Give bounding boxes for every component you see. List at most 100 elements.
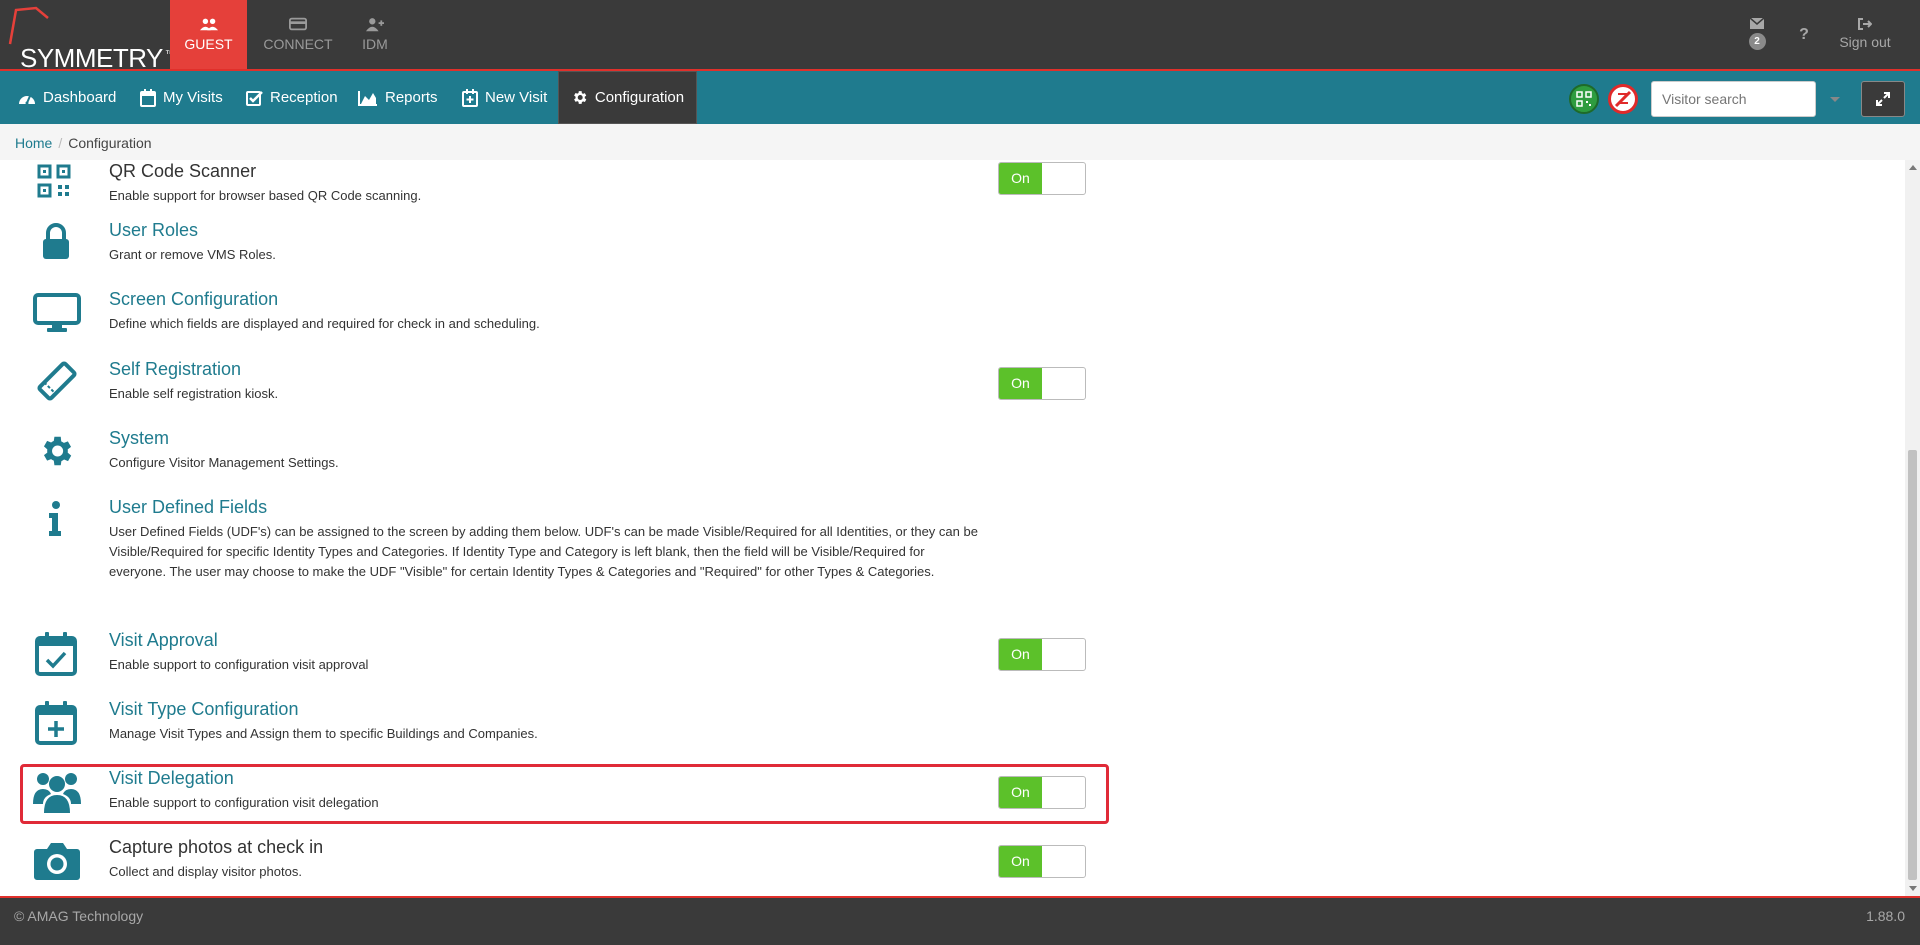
nav-label: New Visit	[485, 89, 548, 106]
config-item-title[interactable]: Screen Configuration	[109, 289, 278, 310]
qr-code-icon	[1576, 91, 1592, 107]
self-registration-toggle[interactable]: On	[998, 367, 1086, 400]
config-item-screen-configuration: Screen Configuration Define which fields…	[0, 289, 1120, 351]
config-item-title[interactable]: Visit Type Configuration	[109, 699, 298, 720]
version-text: 1.88.0	[1866, 908, 1905, 924]
config-item-system: System Configure Visitor Management Sett…	[0, 428, 1120, 490]
calendar-icon	[140, 88, 156, 107]
calendar-plus-icon	[35, 701, 77, 745]
user-plus-icon	[366, 18, 384, 32]
scroll-up-arrow-icon[interactable]	[1909, 165, 1917, 170]
nav-reports[interactable]: Reports	[358, 71, 438, 124]
config-item-self-registration: Self Registration Enable self registrati…	[0, 359, 1120, 421]
app-tab-idm[interactable]: IDM	[337, 0, 413, 69]
config-item-desc: Manage Visit Types and Assign them to sp…	[109, 726, 538, 741]
config-item-title[interactable]: Self Registration	[109, 359, 241, 380]
visit-approval-toggle[interactable]: On	[998, 638, 1086, 671]
nav-dashboard[interactable]: Dashboard	[18, 71, 116, 124]
nav-label: My Visits	[163, 89, 223, 106]
config-item-title[interactable]: User Roles	[109, 220, 198, 241]
calendar-plus-icon	[462, 88, 478, 107]
config-item-desc: Define which fields are displayed and re…	[109, 316, 540, 331]
breadcrumb-home-link[interactable]: Home	[15, 135, 52, 151]
area-chart-icon	[358, 90, 377, 106]
gear-icon	[573, 91, 587, 104]
logo-swoosh-icon	[8, 6, 49, 45]
calendar-check-icon	[35, 632, 77, 676]
breadcrumb: Home / Configuration	[0, 124, 1920, 160]
help-button[interactable]: ?	[1792, 26, 1816, 46]
camera-icon	[34, 843, 80, 880]
no-entry-icon	[1614, 90, 1632, 108]
config-item-visit-type-configuration: Visit Type Configuration Manage Visit Ty…	[0, 699, 1120, 761]
toggle-on-label: On	[999, 163, 1042, 194]
brand-name: SYMMETRY	[20, 43, 163, 73]
config-item-desc: Grant or remove VMS Roles.	[109, 247, 276, 262]
nav-configuration[interactable]: Configuration	[558, 71, 697, 124]
qr-status-indicator[interactable]	[1569, 84, 1599, 114]
config-item-user-defined-fields: User Defined Fields User Defined Fields …	[0, 497, 1120, 609]
visitor-search-input[interactable]	[1651, 81, 1816, 117]
app-tab-connect[interactable]: CONNECT	[259, 0, 337, 69]
config-item-title[interactable]: QR Code Scanner	[109, 161, 256, 182]
footer: © AMAG Technology 1.88.0	[0, 896, 1920, 945]
config-item-user-roles: User Roles Grant or remove VMS Roles.	[0, 220, 1120, 282]
card-icon	[289, 17, 307, 31]
qr-code-scanner-toggle[interactable]: On	[998, 162, 1086, 195]
breadcrumb-current: Configuration	[68, 135, 152, 151]
nav-label: Reports	[385, 89, 438, 106]
nav-new-visit[interactable]: New Visit	[462, 71, 547, 124]
messages-button[interactable]: 2	[1740, 0, 1774, 69]
expand-icon	[1876, 92, 1890, 106]
highlight-box	[20, 764, 1109, 824]
disabled-status-indicator[interactable]	[1608, 84, 1638, 114]
sign-out-button[interactable]: Sign out	[1835, 0, 1895, 69]
capture-photos-toggle[interactable]: On	[998, 845, 1086, 878]
scroll-down-arrow-icon[interactable]	[1909, 886, 1917, 891]
nav-my-visits[interactable]: My Visits	[140, 71, 223, 124]
toggle-on-label: On	[999, 846, 1042, 877]
config-item-title[interactable]: System	[109, 428, 169, 449]
ticket-icon	[37, 361, 77, 401]
chevron-down-icon[interactable]	[1830, 97, 1840, 102]
config-item-desc: Enable support to configuration visit ap…	[109, 657, 369, 672]
config-item-title[interactable]: User Defined Fields	[109, 497, 267, 518]
symmetry-logo[interactable]: SYMMETRY™	[6, 6, 175, 73]
config-item-visit-approval: Visit Approval Enable support to configu…	[0, 630, 1120, 692]
top-bar: SYMMETRY™ GUEST CONNECT IDM 2 ? Sign out	[0, 0, 1920, 73]
config-item-desc: Configure Visitor Management Settings.	[109, 455, 339, 470]
config-item-desc: Collect and display visitor photos.	[109, 864, 302, 879]
gear-icon	[43, 436, 72, 466]
mail-count-badge: 2	[1748, 33, 1766, 50]
breadcrumb-separator: /	[58, 135, 63, 151]
nav-label: Dashboard	[43, 89, 117, 106]
lock-icon	[43, 223, 69, 259]
app-tab-label: GUEST	[184, 36, 233, 52]
dashboard-icon	[19, 95, 35, 104]
config-item-qr-code-scanner: QR Code Scanner Enable support for brows…	[0, 160, 1120, 204]
fullscreen-button[interactable]	[1861, 81, 1905, 117]
copyright-text: © AMAG Technology	[14, 908, 144, 924]
info-icon	[49, 501, 61, 536]
config-item-desc: User Defined Fields (UDF's) can be assig…	[109, 524, 978, 579]
toggle-on-label: On	[999, 639, 1042, 670]
config-item-title[interactable]: Visit Approval	[109, 630, 218, 651]
app-tab-label: IDM	[362, 36, 388, 52]
nav-label: Reception	[270, 89, 338, 106]
nav-label: Configuration	[594, 89, 685, 106]
qr-code-icon	[37, 164, 71, 198]
scrollbar[interactable]	[1905, 160, 1920, 896]
check-square-icon	[246, 90, 263, 106]
users-icon	[199, 18, 218, 31]
configuration-list: QR Code Scanner Enable support for brows…	[0, 160, 1905, 896]
scrollbar-thumb[interactable]	[1908, 450, 1917, 880]
envelope-icon	[1750, 18, 1764, 29]
sign-out-label: Sign out	[1839, 34, 1891, 50]
config-item-desc: Enable self registration kiosk.	[109, 386, 279, 401]
config-item-desc: Enable support for browser based QR Code…	[109, 188, 422, 203]
monitor-icon	[33, 293, 81, 332]
config-item-title[interactable]: Capture photos at check in	[109, 837, 323, 858]
app-tab-label: CONNECT	[263, 36, 333, 52]
nav-reception[interactable]: Reception	[246, 71, 338, 124]
app-tab-guest[interactable]: GUEST	[170, 0, 247, 69]
